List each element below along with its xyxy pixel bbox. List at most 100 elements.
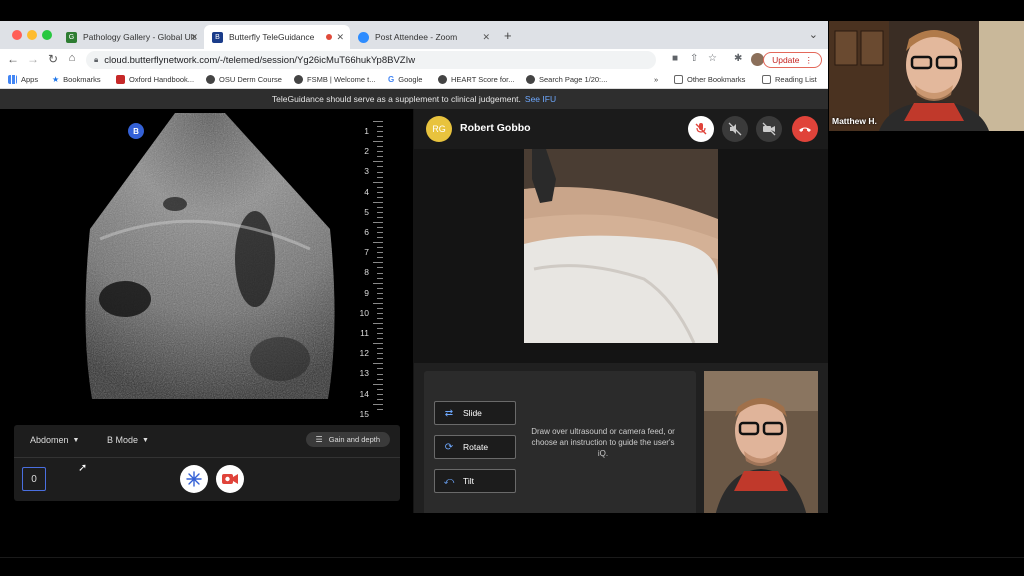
depth-tick (377, 353, 383, 355)
profile-avatar[interactable] (751, 53, 764, 66)
rotate-label: Rotate (463, 442, 489, 452)
rotate-button[interactable]: ⟳ Rotate (434, 435, 516, 459)
close-tab-icon[interactable]: ✕ (482, 32, 490, 43)
globe-icon (438, 75, 447, 84)
bookmark-search-page[interactable]: Search Page 1/20:... (526, 75, 607, 84)
other-bookmarks[interactable]: Other Bookmarks (674, 75, 745, 84)
update-button[interactable]: Update ⋮ (763, 52, 822, 68)
depth-mark: 4 (364, 186, 369, 197)
gain-and-depth-button[interactable]: ☰ Gain and depth (305, 432, 390, 447)
close-tab-icon[interactable]: ✕ (190, 32, 198, 43)
preset-dropdown[interactable]: Abdomen ▼ (30, 435, 79, 445)
tab-title: Pathology Gallery - Global Ultr (83, 32, 196, 42)
mode-dropdown[interactable]: B Mode ▼ (107, 435, 149, 445)
depth-tick (373, 343, 383, 345)
bookmarks-overflow-button[interactable]: » (654, 75, 658, 84)
home-icon[interactable]: ⌂ (63, 52, 81, 64)
back-arrow-icon[interactable]: ← (4, 52, 22, 66)
depth-tick (373, 302, 383, 304)
depth-tick (377, 252, 383, 254)
camera-off-button[interactable] (756, 116, 782, 142)
bookmark-label: FSMB | Welcome t... (307, 75, 376, 84)
guidance-area: ⇄ Slide ⟳ Rotate ⤺ Tilt Draw over ultras… (414, 363, 828, 513)
recording-indicator-icon (326, 34, 332, 40)
mute-microphone-button[interactable] (688, 116, 714, 142)
bookmark-google[interactable]: G Google (388, 75, 422, 84)
tab-pathology-gallery[interactable]: G Pathology Gallery - Global Ultr ✕ (58, 25, 204, 49)
tab-zoom[interactable]: Post Attendee - Zoom ✕ (350, 25, 496, 49)
participant-video-tile[interactable]: Matthew H. (829, 21, 1024, 131)
depth-mark: 13 (359, 368, 369, 379)
mode-label: B Mode (107, 435, 139, 445)
participant-name: Matthew H. (832, 116, 877, 126)
bookmark-star-icon[interactable]: ☆ (708, 53, 717, 64)
bookmark-label: Apps (21, 75, 39, 84)
depth-mark: 10 (359, 307, 369, 318)
preset-label: Abdomen (30, 435, 69, 445)
freeze-button[interactable] (180, 465, 208, 493)
url-field[interactable]: 🔒︎ cloud.butterflynetwork.com/-/telemed/… (86, 51, 656, 69)
guidance-instruction-text: Draw over ultrasound or camera feed, or … (531, 427, 675, 458)
depth-tick (377, 151, 383, 153)
depth-tick (373, 121, 383, 122)
depth-tick (377, 196, 383, 198)
caller-name: Robert Gobbo (460, 122, 531, 134)
apps-grid-icon (8, 75, 17, 84)
maximize-window-button[interactable] (42, 30, 52, 40)
depth-tick (377, 368, 383, 370)
depth-tick (377, 126, 383, 128)
depth-tick (377, 393, 383, 395)
tab-search-chevron-icon[interactable]: ⌄ (809, 28, 818, 41)
forward-arrow-icon[interactable]: → (24, 52, 42, 66)
share-icon[interactable]: ⇧ (690, 53, 698, 64)
zoom-favicon-icon (358, 31, 369, 43)
slide-icon: ⇄ (444, 407, 454, 419)
caller-bar: RG Robert Gobbo (414, 109, 828, 149)
tab-butterfly-teleguidance[interactable]: B Butterfly TeleGuidance ✕ (204, 25, 350, 49)
tilt-label: Tilt (463, 476, 475, 486)
counter-box[interactable]: 0 (22, 467, 46, 491)
reading-list-label: Reading List (775, 75, 817, 84)
reload-icon[interactable]: ↻ (44, 52, 62, 66)
bookmark-oxford-handbook[interactable]: Oxford Handbook... (116, 75, 194, 84)
bookmark-fsmb[interactable]: FSMB | Welcome t... (294, 75, 376, 84)
depth-tick (373, 181, 383, 183)
reading-list[interactable]: Reading List (762, 75, 817, 84)
depth-tick (377, 373, 383, 375)
record-button[interactable] (216, 465, 244, 493)
speaker-off-icon (728, 122, 742, 136)
bookmark-bookmarks[interactable]: ★ Bookmarks (52, 75, 101, 84)
depth-tick (373, 161, 383, 163)
depth-tick (377, 166, 383, 168)
depth-mark: 9 (364, 287, 369, 298)
depth-tick (377, 206, 383, 208)
depth-tick (373, 403, 383, 405)
depth-tick (377, 378, 383, 380)
patient-camera-feed[interactable] (524, 149, 718, 343)
depth-tick (377, 237, 383, 239)
tilt-button[interactable]: ⤺ Tilt (434, 469, 516, 493)
close-window-button[interactable] (12, 30, 22, 40)
ultrasound-image[interactable] (80, 109, 340, 409)
depth-tick (377, 333, 383, 335)
camera-permission-icon[interactable]: ■ (672, 53, 678, 64)
lock-icon: 🔒︎ (94, 55, 99, 64)
video-record-icon (222, 474, 238, 484)
see-ifu-link[interactable]: See IFU (525, 94, 556, 104)
extensions-puzzle-icon[interactable]: ✱ (734, 53, 742, 64)
close-tab-icon[interactable]: ✕ (336, 32, 344, 43)
depth-tick (373, 282, 383, 284)
depth-tick (377, 348, 383, 350)
slide-button[interactable]: ⇄ Slide (434, 401, 516, 425)
bookmark-osu-derm[interactable]: OSU Derm Course (206, 75, 282, 84)
depth-tick (377, 131, 383, 133)
new-tab-button[interactable]: + (504, 28, 512, 43)
mute-speaker-button[interactable] (722, 116, 748, 142)
depth-tick (377, 358, 383, 360)
minimize-window-button[interactable] (27, 30, 37, 40)
bookmark-apps[interactable]: Apps (8, 75, 38, 84)
depth-tick (373, 141, 383, 143)
bookmark-heart-score[interactable]: HEART Score for... (438, 75, 515, 84)
end-call-button[interactable] (792, 116, 818, 142)
caller-avatar: RG (426, 116, 452, 142)
